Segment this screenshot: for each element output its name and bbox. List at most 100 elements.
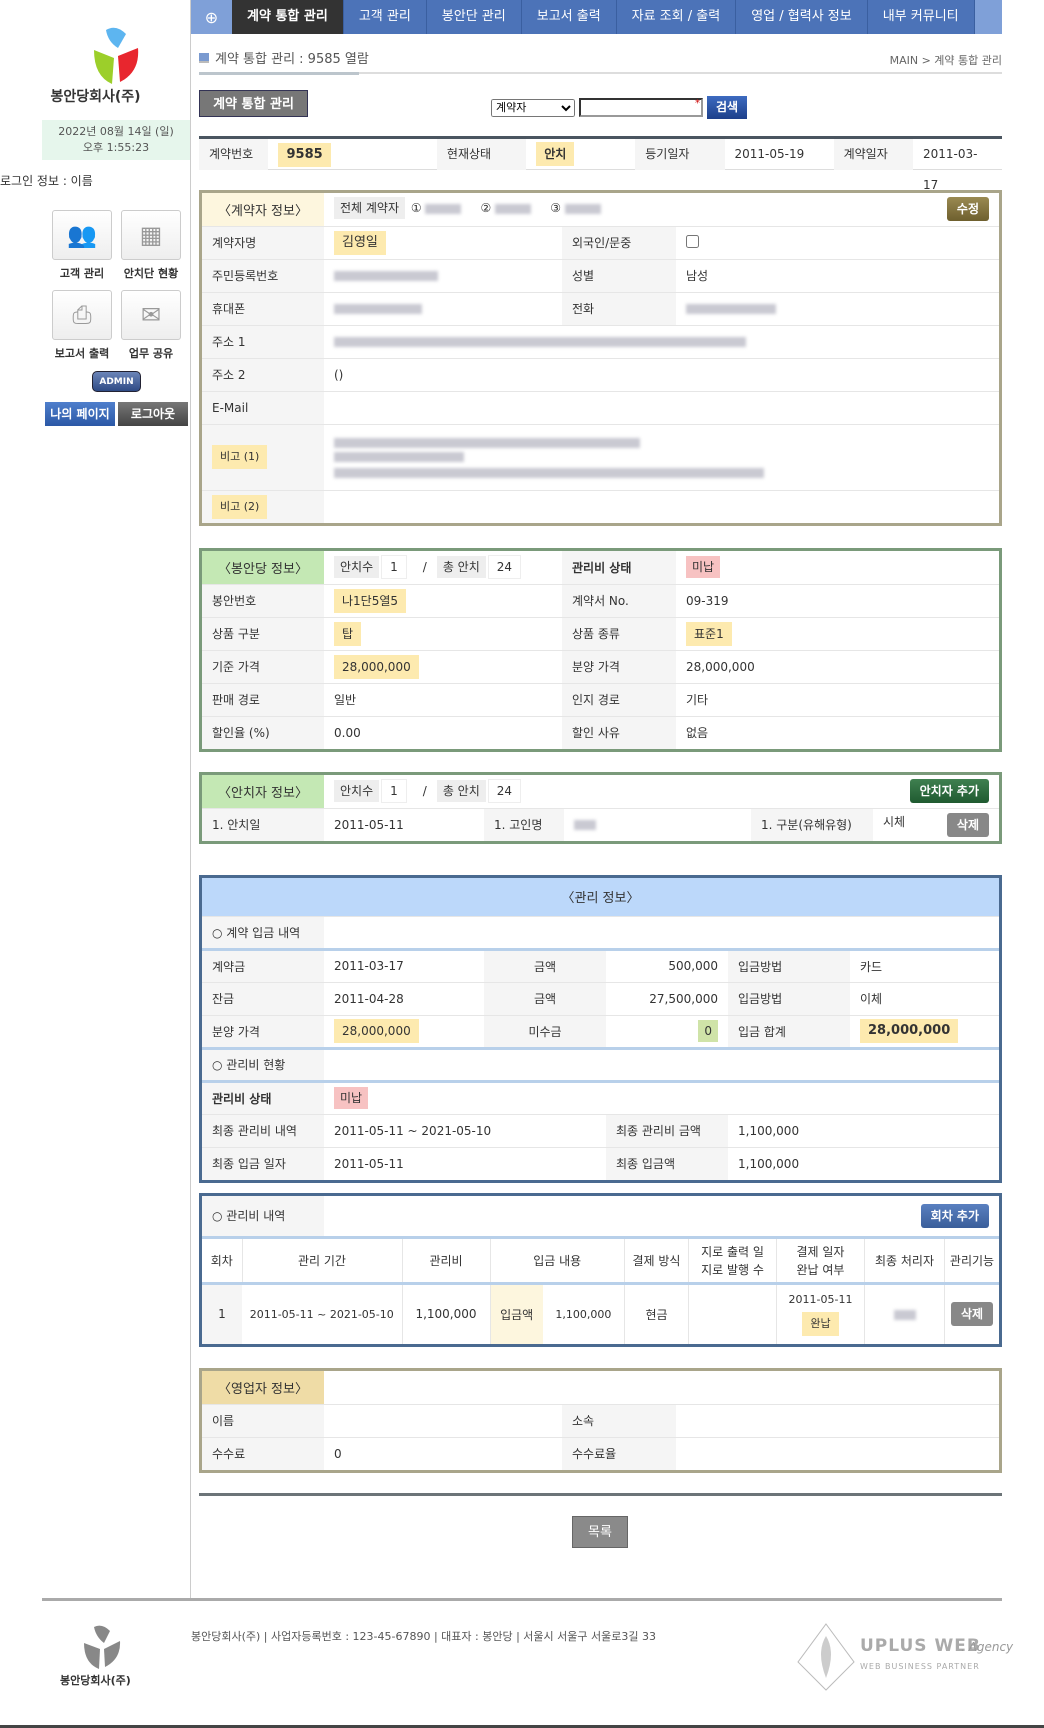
add-deceased-button[interactable]: 안치자 추가 xyxy=(909,779,989,804)
payment-total: 28,000,000 xyxy=(860,1019,959,1043)
label: 최종 입금 일자 xyxy=(202,1147,324,1180)
quick-label: 고객 관리 xyxy=(59,267,105,280)
nav-bongan[interactable]: 봉안단 관리 xyxy=(427,0,522,34)
mail-icon: ✉ xyxy=(121,290,181,340)
logout-button[interactable]: 로그아웃 xyxy=(118,402,188,426)
last-fee-period: 2011-05-11 ~ 2021-05-10 xyxy=(324,1114,606,1148)
breadcrumb[interactable]: MAIN > 계약 통합 관리 xyxy=(890,52,1002,68)
search-bar: 계약자 * 검색 xyxy=(491,96,747,119)
foreign-checkbox[interactable] xyxy=(686,234,699,248)
label: 미수금 xyxy=(484,1015,606,1050)
address2: () xyxy=(324,358,999,392)
tab-all-contractors[interactable]: 전체 계약자 xyxy=(334,197,406,220)
discount-reason: 없음 xyxy=(686,726,709,741)
nav-report[interactable]: 보고서 출력 xyxy=(522,0,617,34)
company-name: 봉안당회사(주) xyxy=(50,89,141,105)
quick-status[interactable]: ▦ 안치단 현황 xyxy=(121,210,181,281)
search-input[interactable] xyxy=(579,98,703,117)
label: 분양 가격 xyxy=(202,1015,324,1050)
label: 성별 xyxy=(562,259,676,293)
contractor-section: 〈계약자 정보〉 전체 계약자 ① ② ③ 수정 계약자명 김영일 외국인/문중 … xyxy=(199,190,1002,526)
people-icon: 👥 xyxy=(52,210,112,260)
label: 봉안번호 xyxy=(202,584,324,618)
unpaid-amount: 0 xyxy=(698,1020,718,1042)
label: 기준 가격 xyxy=(202,650,324,684)
subsection-title: ○ 관리비 내역 xyxy=(202,1196,324,1236)
base-price: 28,000,000 xyxy=(334,654,419,679)
deceased-section: 〈안치자 정보〉 안치수 1/총 안치 24 안치자 추가 1. 안치일 2011-0… xyxy=(199,772,1002,844)
search-type-select[interactable]: 계약자 xyxy=(491,98,575,117)
nav-contract[interactable]: 계약 통합 관리 xyxy=(232,0,344,34)
quick-report[interactable]: ⎙ 보고서 출력 xyxy=(52,290,112,361)
delete-fee-button[interactable]: 삭제 xyxy=(950,1302,994,1327)
delete-deceased-button[interactable]: 삭제 xyxy=(946,812,989,837)
edit-button[interactable]: 수정 xyxy=(946,197,989,222)
contract-doc-no: 09-319 xyxy=(676,584,999,618)
search-button[interactable]: 검색 xyxy=(707,96,747,119)
quick-label: 보고서 출력 xyxy=(54,347,110,360)
label: 할인율 (%) xyxy=(202,716,324,749)
contract-no: 9585 xyxy=(278,142,331,167)
label: 입금방법 xyxy=(728,949,850,983)
tab-contractor-2[interactable]: ② xyxy=(481,201,532,215)
rrn-blurred xyxy=(334,271,438,281)
nav-community[interactable]: 내부 커뮤니티 xyxy=(868,0,975,34)
period: 2011-05-11 ~ 2021-05-10 xyxy=(242,1283,403,1344)
bongan-no: 나1단5열5 xyxy=(334,588,407,613)
label: 상품 구분 xyxy=(202,617,324,651)
label: 금액 xyxy=(484,949,606,983)
label: 등기일자 xyxy=(635,138,725,170)
tab-contractor-1[interactable]: ① xyxy=(411,201,462,215)
column-header: 관리 기간 xyxy=(242,1237,403,1284)
table-row: 1 2011-05-11 ~ 2021-05-10 1,100,000 입금액 … xyxy=(202,1283,999,1344)
list-button[interactable]: 목록 xyxy=(572,1516,628,1548)
quick-customer[interactable]: 👥 고객 관리 xyxy=(52,210,112,281)
label: 이름 xyxy=(202,1404,324,1438)
label: 수수료율 xyxy=(562,1437,676,1470)
sales-route: 일반 xyxy=(324,683,562,717)
required-mark: * xyxy=(695,98,700,109)
commission: 0 xyxy=(334,1446,342,1461)
quick-share[interactable]: ✉ 업무 공유 xyxy=(121,290,181,361)
label: 인지 경로 xyxy=(562,683,676,717)
reg-date: 2011-05-19 xyxy=(734,146,805,161)
company-logo xyxy=(94,27,139,84)
column-header: 관리기능 xyxy=(944,1237,999,1284)
label: 소속 xyxy=(562,1404,676,1438)
manage-section: 〈관리 정보〉 ○ 계약 입금 내역 계약금 2011-03-17 금액 500,00… xyxy=(199,875,1002,1183)
label: 비고 (1) xyxy=(212,445,268,469)
count: 1 xyxy=(381,555,407,580)
total: 24 xyxy=(487,779,522,804)
footer-company: 봉안당회사(주) xyxy=(60,1674,131,1687)
section-title: 〈안치자 정보〉 xyxy=(202,775,324,809)
mypage-button[interactable]: 나의 페이지 xyxy=(45,402,115,426)
tab-contractor-3[interactable]: ③ xyxy=(550,201,601,215)
label: 분양 가격 xyxy=(562,650,676,684)
label: 상품 종류 xyxy=(562,617,676,651)
quick-label: 업무 공유 xyxy=(128,347,174,360)
quick-label: 안치단 현황 xyxy=(123,267,179,280)
section-title: 〈영업자 정보〉 xyxy=(202,1371,324,1405)
payment-date: 2011-04-28 xyxy=(324,982,484,1016)
sale-price: 28,000,000 xyxy=(676,650,999,684)
nav-partner[interactable]: 영업 / 협력사 정보 xyxy=(736,0,868,34)
label: 잔금 xyxy=(202,982,324,1016)
label: 1. 안치일 xyxy=(202,808,324,841)
subsection-title: ○ 계약 입금 내역 xyxy=(202,916,324,951)
datetime-box: 2022년 08월 14일 (일) 오후 1:55:23 xyxy=(42,120,190,160)
nav-customer[interactable]: 고객 관리 xyxy=(344,0,427,34)
payment-date: 2011-03-17 xyxy=(324,949,484,983)
note1-blurred xyxy=(324,424,999,491)
contract-manage-button[interactable]: 계약 통합 관리 xyxy=(199,90,308,117)
column-header: 결제 방식 xyxy=(624,1237,689,1284)
home-icon[interactable]: ⊕ xyxy=(191,0,232,34)
nav-data[interactable]: 자료 조회 / 출력 xyxy=(617,0,737,34)
label: 안치수 xyxy=(334,556,380,579)
last-pay-date: 2011-05-11 xyxy=(334,1156,404,1171)
grid-icon: ▦ xyxy=(121,210,181,260)
discount-rate: 0.00 xyxy=(334,725,361,740)
sidebar: 봉안당회사(주) 2022년 08월 14일 (일) 오후 1:55:23 로그… xyxy=(0,0,191,1598)
pay-date: 2011-05-11 xyxy=(788,1292,853,1306)
admin-button[interactable]: ADMIN xyxy=(92,371,141,392)
add-round-button[interactable]: 회차 추가 xyxy=(920,1204,989,1228)
